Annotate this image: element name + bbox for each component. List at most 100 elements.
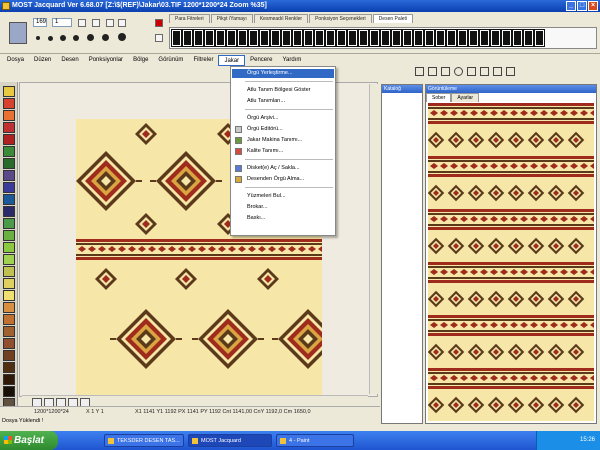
palette-edit-icon[interactable] xyxy=(155,19,163,27)
menu-item-atlu-tanimlari[interactable]: Atlu Tanımları... xyxy=(247,98,285,104)
brush-dot-icon[interactable] xyxy=(60,35,66,41)
menu-yardim[interactable]: Yardım xyxy=(277,55,306,66)
palette-cell[interactable] xyxy=(336,29,347,47)
menu-item-disket[interactable]: Disket(e) Aç / Sakla... xyxy=(247,165,300,171)
color-swatch[interactable] xyxy=(3,314,15,325)
color-swatch[interactable] xyxy=(3,86,15,97)
menu-pencere[interactable]: Pencere xyxy=(245,55,277,66)
current-color-swatch[interactable] xyxy=(9,22,27,44)
menu-jakar[interactable]: Jakar xyxy=(218,55,246,66)
palette-cell[interactable] xyxy=(314,29,325,47)
option-box-icon[interactable] xyxy=(92,19,100,27)
menu-dosya[interactable]: Dosya xyxy=(2,55,29,66)
canvas-vertical-scrollbar[interactable] xyxy=(369,84,378,394)
menu-desen[interactable]: Desen xyxy=(56,55,83,66)
palette-cell[interactable] xyxy=(413,29,424,47)
palette-cell[interactable] xyxy=(358,29,369,47)
color-swatch[interactable] xyxy=(3,230,15,241)
menu-item-brokar[interactable]: Brokar... xyxy=(247,204,267,210)
tab-sober[interactable]: Sober xyxy=(426,93,452,102)
curve-icon[interactable] xyxy=(480,67,489,76)
brush-dot-icon[interactable] xyxy=(73,35,79,41)
color-swatch[interactable] xyxy=(3,278,15,289)
menu-item-kalite-tanimi[interactable]: Kalite Tanımı... xyxy=(247,148,283,154)
palette-cell[interactable] xyxy=(391,29,402,47)
palette-cell[interactable] xyxy=(347,29,358,47)
palette-cell[interactable] xyxy=(534,29,545,47)
palette-cell[interactable] xyxy=(380,29,391,47)
polygon-icon[interactable] xyxy=(493,67,502,76)
menu-item-orgu-yerlestirme[interactable]: Örgü Yerleştirme... xyxy=(232,69,334,78)
color-swatch[interactable] xyxy=(3,362,15,373)
ellipse-icon[interactable] xyxy=(454,67,463,76)
palette-cell[interactable] xyxy=(435,29,446,47)
brush-dot-icon[interactable] xyxy=(102,34,109,41)
color-swatch[interactable] xyxy=(3,110,15,121)
menu-gorunum[interactable]: Görünüm xyxy=(153,55,188,66)
brush-dot-icon[interactable] xyxy=(48,36,53,41)
color-swatch[interactable] xyxy=(3,254,15,265)
color-swatch[interactable] xyxy=(3,146,15,157)
menu-ponksiyonlar[interactable]: Ponksiyonlar xyxy=(84,55,128,66)
palette-cell[interactable] xyxy=(259,29,270,47)
palette-cell[interactable] xyxy=(468,29,479,47)
palette-cell[interactable] xyxy=(303,29,314,47)
color-swatch[interactable] xyxy=(3,242,15,253)
menu-item-desenden-orgu[interactable]: Desenden Örgü Alma... xyxy=(247,176,304,182)
brush-size-spin[interactable]: 1 xyxy=(52,18,72,27)
palette-cell[interactable] xyxy=(193,29,204,47)
menu-filtreler[interactable]: Filtreler xyxy=(188,55,218,66)
menu-item-orgu-arsivi[interactable]: Örgü Arşivi... xyxy=(247,115,278,121)
color-swatch[interactable] xyxy=(3,122,15,133)
color-swatch[interactable] xyxy=(3,206,15,217)
color-swatch[interactable] xyxy=(3,326,15,337)
palette-cell[interactable] xyxy=(270,29,281,47)
menu-duzen[interactable]: Düzen xyxy=(29,55,56,66)
palette-cell[interactable] xyxy=(325,29,336,47)
rectangle-icon[interactable] xyxy=(441,67,450,76)
pencil-icon[interactable] xyxy=(428,67,437,76)
close-button[interactable]: × xyxy=(588,1,598,11)
tab-pikst-yamayi[interactable]: Pikşt /Yamayı xyxy=(210,14,253,23)
tab-ayarlar[interactable]: Ayarlar xyxy=(451,93,480,102)
palette-cell[interactable] xyxy=(215,29,226,47)
minimize-button[interactable]: _ xyxy=(566,1,576,11)
color-swatch[interactable] xyxy=(3,170,15,181)
color-swatch[interactable] xyxy=(3,374,15,385)
palette-cell[interactable] xyxy=(237,29,248,47)
taskbar-button-teksder[interactable]: TEKSDER DESEN TAS... xyxy=(104,434,184,447)
start-button[interactable]: Başlat xyxy=(0,431,58,450)
menu-item-jakar-makina[interactable]: Jakar Makina Tanımı... xyxy=(247,137,302,143)
pointer-icon[interactable] xyxy=(415,67,424,76)
menu-item-atlu-bolgesi[interactable]: Atlu Tanım Bölgesi Göster xyxy=(247,87,310,93)
palette-cell[interactable] xyxy=(501,29,512,47)
palette-cell[interactable] xyxy=(292,29,303,47)
brush-dot-icon[interactable] xyxy=(36,36,40,40)
color-swatch[interactable] xyxy=(3,98,15,109)
color-index-spin[interactable]: 169 xyxy=(33,18,47,27)
tab-ponksiyon-secenekleri[interactable]: Ponksiyon Seçenekleri xyxy=(309,14,372,23)
palette-cell[interactable] xyxy=(512,29,523,47)
color-swatch[interactable] xyxy=(3,350,15,361)
color-swatch[interactable] xyxy=(3,158,15,169)
palette-cell[interactable] xyxy=(248,29,259,47)
palette-cell[interactable] xyxy=(424,29,435,47)
menu-item-orgu-editoru[interactable]: Örgü Editörü... xyxy=(247,126,283,132)
maximize-button[interactable]: □ xyxy=(577,1,587,11)
brush-dot-icon[interactable] xyxy=(118,33,126,41)
menu-item-yuzmeleri-bul[interactable]: Yüzmeleri Bul... xyxy=(247,193,286,199)
palette-cell[interactable] xyxy=(204,29,215,47)
palette-cell[interactable] xyxy=(402,29,413,47)
palette-cell[interactable] xyxy=(369,29,380,47)
color-swatch[interactable] xyxy=(3,290,15,301)
line-icon[interactable] xyxy=(467,67,476,76)
color-swatch[interactable] xyxy=(3,338,15,349)
menu-bolge[interactable]: Bölge xyxy=(128,55,153,66)
option-box-icon[interactable] xyxy=(106,19,114,27)
color-swatch[interactable] xyxy=(3,134,15,145)
palette-add-icon[interactable] xyxy=(155,34,163,42)
color-swatch[interactable] xyxy=(3,182,15,193)
taskbar-button-paint[interactable]: 4 - Paint xyxy=(276,434,354,447)
palette-cell[interactable] xyxy=(171,29,182,47)
tab-kesmeadil-renkler[interactable]: Kesmeadıl Renkler xyxy=(253,14,309,23)
